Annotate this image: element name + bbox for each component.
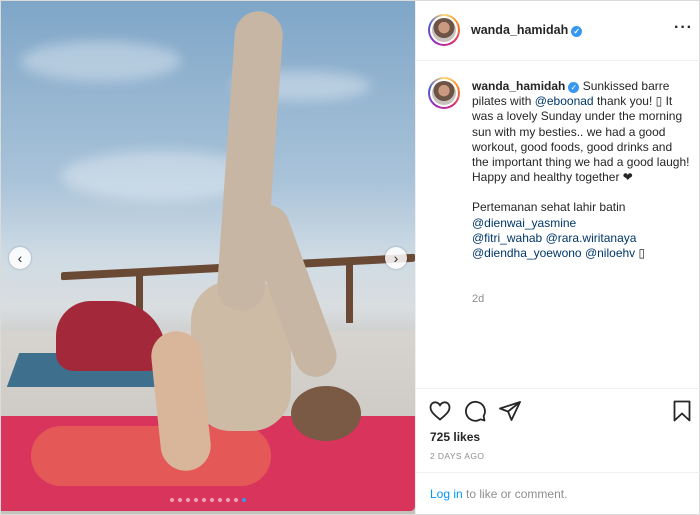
- login-prompt-text: to like or comment.: [462, 487, 568, 501]
- instagram-post: ‹ › wanda_hamidah ✓ ··· wanda_hamidah ✓ Su…: [0, 0, 700, 515]
- comment-icon[interactable]: [463, 399, 487, 423]
- caption-username[interactable]: wanda_hamidah: [472, 79, 565, 93]
- caption-paragraph: Pertemanan sehat lahir batin @dienwai_ya…: [472, 200, 692, 261]
- carousel-dot: [234, 498, 238, 502]
- carousel-dot: [194, 498, 198, 502]
- person-head: [291, 386, 361, 441]
- carousel-dot: [170, 498, 174, 502]
- more-options-icon[interactable]: ···: [674, 19, 693, 37]
- carousel-dot: [202, 498, 206, 502]
- mention-link[interactable]: @dienwai_yasmine: [472, 216, 576, 230]
- carousel-dot: [210, 498, 214, 502]
- cloud: [21, 41, 181, 81]
- post-header: wanda_hamidah ✓ ···: [416, 1, 700, 61]
- verified-icon: ✓: [568, 82, 580, 93]
- avatar[interactable]: [428, 77, 460, 109]
- bookmark-icon[interactable]: [670, 399, 694, 423]
- mention-link[interactable]: @fitri_wahab: [472, 231, 542, 245]
- heart-icon[interactable]: [428, 399, 452, 423]
- carousel-next-button[interactable]: ›: [385, 247, 407, 269]
- username-link[interactable]: wanda_hamidah ✓: [471, 23, 583, 37]
- post-date[interactable]: 2 DAYS AGO: [430, 451, 484, 461]
- carousel-dot: [226, 498, 230, 502]
- emoji: ▯: [635, 246, 646, 261]
- mention-link[interactable]: @rara.wiritanaya: [546, 231, 637, 245]
- caption-text: wanda_hamidah ✓ Sunkissed barre pilates w…: [472, 79, 692, 261]
- verified-icon: ✓: [571, 26, 583, 37]
- login-bar: Log in to like or comment.: [416, 472, 700, 513]
- carousel-prev-button[interactable]: ‹: [9, 247, 31, 269]
- carousel-dot: [178, 498, 182, 502]
- post-image[interactable]: ‹ ›: [1, 1, 415, 514]
- person-background: [56, 301, 166, 371]
- yoga-mat-pattern: [31, 426, 271, 486]
- login-link[interactable]: Log in: [430, 487, 463, 501]
- carousel-dots: [1, 498, 415, 502]
- share-icon[interactable]: [498, 399, 522, 423]
- mention-link[interactable]: @eboonad: [535, 94, 594, 108]
- mention-link[interactable]: @diendha_yoewono: [472, 246, 582, 260]
- action-bar: 725 likes 2 DAYS AGO Log in to like or c…: [416, 388, 700, 512]
- login-prompt: Log in to like or comment.: [430, 487, 567, 501]
- caption-timestamp[interactable]: 2d: [472, 293, 484, 305]
- avatar[interactable]: [428, 14, 460, 46]
- carousel-dot: [242, 498, 246, 502]
- username-text[interactable]: wanda_hamidah: [471, 23, 568, 37]
- caption-body: Pertemanan sehat lahir batin: [472, 200, 626, 215]
- railing-post: [346, 263, 353, 323]
- carousel-dot: [218, 498, 222, 502]
- likes-count[interactable]: 725 likes: [430, 430, 480, 444]
- post-sidebar: wanda_hamidah ✓ ··· wanda_hamidah ✓ Sunkis…: [415, 1, 700, 514]
- carousel-dot: [186, 498, 190, 502]
- mention-link[interactable]: @niloehv: [585, 246, 635, 260]
